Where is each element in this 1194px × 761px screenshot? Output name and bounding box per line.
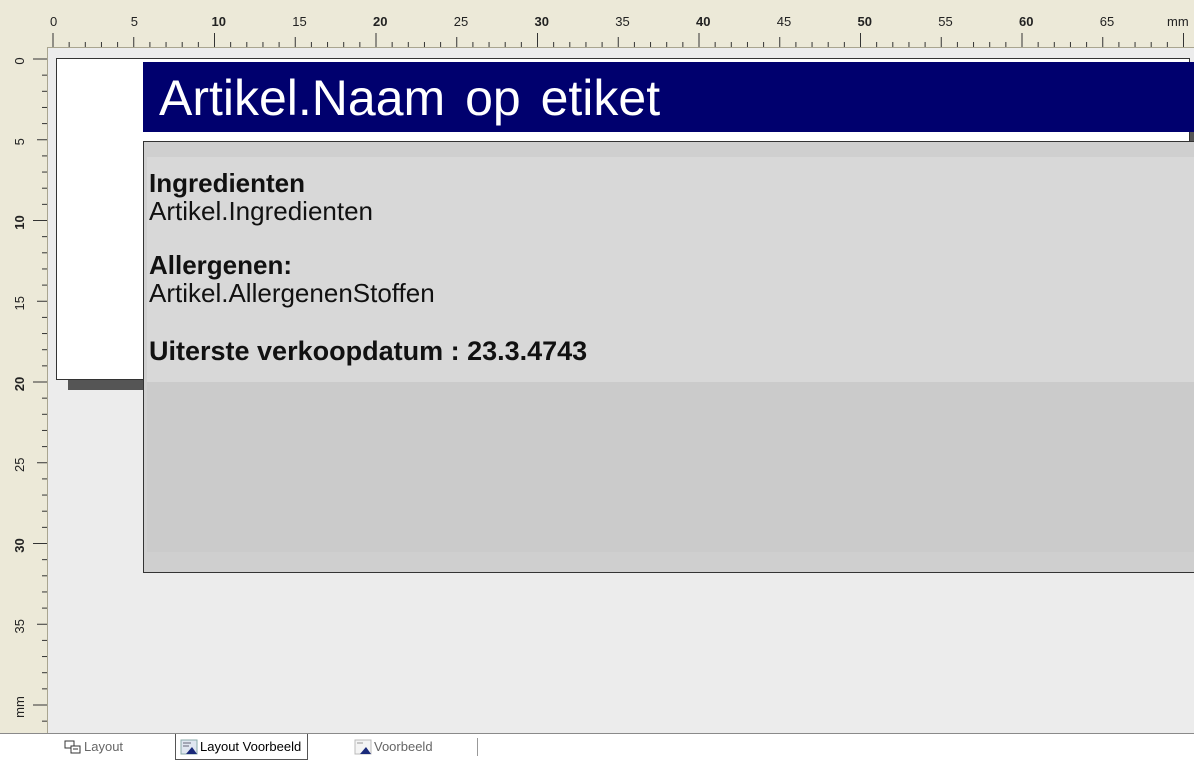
ruler-corner (0, 0, 47, 47)
ruler-number: 15 (292, 14, 306, 29)
ruler-number: 20 (373, 14, 387, 29)
tab-preview[interactable]: Voorbeeld (354, 734, 433, 759)
tab-layout-label: Layout (84, 739, 124, 754)
ruler-number: 15 (12, 296, 27, 310)
tab-layout-preview[interactable]: Layout Voorbeeld (175, 734, 309, 760)
ruler-number: 45 (777, 14, 791, 29)
ruler-number: 0 (12, 57, 27, 64)
ruler-number: 55 (938, 14, 952, 29)
ruler-number: 20 (12, 377, 27, 391)
info-box-empty-area (147, 382, 1194, 552)
ingredients-heading: Ingredienten (149, 168, 306, 198)
ruler-number: 35 (615, 14, 629, 29)
ruler-number: 35 (12, 619, 27, 633)
horizontal-ruler: 0 5 10 15 20 25 30 35 40 45 50 55 60 65 mm (47, 0, 1194, 48)
vertical-ruler: 0 5 10 15 20 25 30 35 mm (0, 47, 48, 733)
design-canvas: Artikel.Naam op etiket Ingredienten Arti… (48, 48, 1194, 733)
ruler-number: 5 (12, 138, 27, 145)
info-text-box[interactable]: Ingredienten Artikel.Ingredienten Allerg… (143, 141, 1194, 573)
article-name-field[interactable]: Artikel.Naam op etiket (143, 62, 1194, 132)
ruler-number: 25 (454, 14, 468, 29)
ruler-unit-label: mm (12, 696, 27, 718)
ingredients-value: Artikel.Ingredienten (149, 196, 374, 226)
tab-separator (477, 738, 478, 756)
layout-icon (64, 740, 81, 753)
horizontal-ruler-scale: 0 5 10 15 20 25 30 35 40 45 50 55 60 65 mm (50, 14, 1189, 47)
ruler-number: 25 (12, 458, 27, 472)
layout-preview-icon (180, 739, 198, 754)
ruler-number: 0 (50, 14, 57, 29)
tab-layout[interactable]: Layout (64, 734, 123, 759)
sell-by-date: Uiterste verkoopdatum : 23.3.4743 (149, 336, 588, 366)
tab-layout-preview-label: Layout Voorbeeld (200, 739, 302, 754)
ruler-number: 65 (1100, 14, 1114, 29)
allergens-value: Artikel.AllergenenStoffen (149, 278, 435, 308)
ruler-number: 50 (858, 14, 872, 29)
view-tab-bar: Layout Layout Voorbeeld Voorbeeld (0, 733, 1194, 761)
tab-preview-label: Voorbeeld (374, 739, 433, 754)
allergens-heading: Allergenen: (149, 250, 293, 280)
ruler-number: 5 (131, 14, 138, 29)
ruler-number: 30 (12, 538, 27, 552)
ruler-number: 40 (696, 14, 710, 29)
ruler-number: 30 (535, 14, 549, 29)
ruler-unit-label: mm (1167, 14, 1189, 29)
article-name-text: Artikel.Naam op etiket (159, 70, 661, 126)
preview-icon (354, 739, 372, 754)
vertical-ruler-scale: 0 5 10 15 20 25 30 35 mm (12, 57, 47, 722)
ruler-number: 10 (12, 215, 27, 229)
ruler-number: 10 (212, 14, 226, 29)
ruler-number: 60 (1019, 14, 1033, 29)
